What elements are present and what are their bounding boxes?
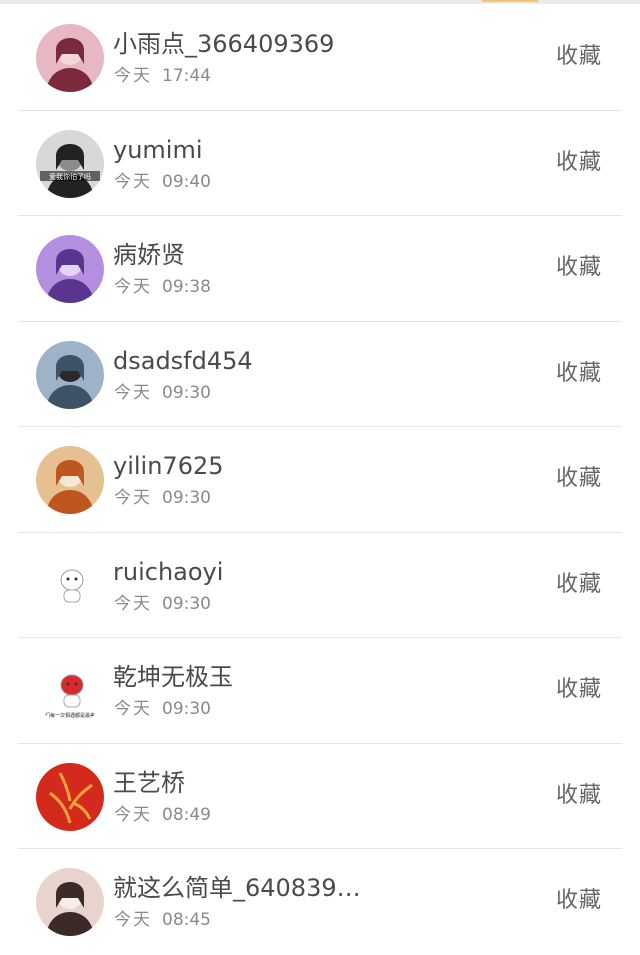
cartoon-character-avatar [36,551,104,620]
day-label: 今天 [114,699,152,719]
list-item[interactable]: 就这么简单_640839… 今天 08:45 收藏 [0,849,640,955]
user-name: ruichaoyi [113,557,224,586]
avatar[interactable] [36,551,104,620]
timestamp: 今天 09:30 [114,698,211,720]
user-name: dsadsfd454 [113,346,253,375]
long-hair-girl-avatar [36,868,104,936]
svg-text:我们每一次相遇都是最美的: 我们每一次相遇都是最美的 [40,712,100,719]
favorite-button[interactable]: 收藏 [556,360,602,388]
user-name: 王艺桥 [113,768,185,797]
time-label: 08:45 [162,910,211,930]
time-label: 09:30 [162,699,211,719]
timestamp: 今天 09:30 [114,382,211,404]
top-edge [0,0,640,4]
day-label: 今天 [114,66,152,86]
day-label: 今天 [114,277,152,297]
day-label: 今天 [114,488,152,508]
time-label: 09:30 [162,382,211,403]
list-item[interactable]: 王艺桥 今天 08:49 收藏 [0,744,640,849]
user-name: 就这么简单_640839… [113,874,361,902]
list-item[interactable]: 我们每一次相遇都是最美的 乾坤无极玉 今天 09:30 收藏 [0,638,640,744]
favorite-button[interactable]: 收藏 [556,43,602,71]
avatar[interactable] [36,235,104,303]
list-item[interactable]: ruichaoyi 今天 09:30 收藏 [0,533,640,638]
list-item[interactable]: dsadsfd454 今天 09:30 收藏 [0,322,640,427]
time-label: 09:40 [162,171,211,192]
timestamp: 今天 09:30 [114,487,211,509]
favorite-button[interactable]: 收藏 [556,676,602,704]
timestamp: 今天 17:44 [114,65,211,87]
list-item[interactable]: 小雨点_366409369 今天 17:44 收藏 [0,5,640,111]
user-name: yilin7625 [113,452,224,480]
user-name: yumimi [113,135,203,164]
avatar[interactable] [36,340,104,409]
avatar[interactable] [36,868,104,936]
user-name: 小雨点_366409369 [113,30,335,58]
day-label: 今天 [114,910,152,930]
time-label: 09:30 [162,488,211,508]
favorites-list: 小雨点_366409369 今天 17:44 收藏 爱我你怕了吗 yumimi 今… [0,5,640,955]
red-abstract-avatar [36,762,104,831]
tab-indicator [482,0,538,2]
timestamp: 今天 08:49 [114,804,211,826]
time-label: 08:49 [162,804,211,825]
timestamp: 今天 09:38 [114,276,211,298]
monochrome-girl-avatar: 爱我你怕了吗 [36,129,104,198]
day-label: 今天 [114,804,152,825]
time-label: 09:30 [162,593,211,614]
girl-portrait-avatar [36,24,104,92]
avatar[interactable]: 爱我你怕了吗 [36,129,104,198]
avatar[interactable] [36,24,104,92]
list-item[interactable]: 病娇贤 今天 09:38 收藏 [0,216,640,322]
child-eating-avatar [36,446,104,514]
time-label: 09:38 [162,277,211,297]
day-label: 今天 [114,593,152,614]
day-label: 今天 [114,382,152,403]
day-label: 今天 [114,171,152,192]
list-item[interactable]: 爱我你怕了吗 yumimi 今天 09:40 收藏 [0,111,640,216]
avatar[interactable]: 我们每一次相遇都是最美的 [36,657,104,725]
city-girl-avatar [36,340,104,409]
favorite-button[interactable]: 收藏 [556,571,602,599]
favorite-button[interactable]: 收藏 [556,782,602,810]
time-label: 17:44 [162,66,211,86]
list-item[interactable]: yilin7625 今天 09:30 收藏 [0,427,640,533]
timestamp: 今天 09:30 [114,593,211,615]
svg-text:爱我你怕了吗: 爱我你怕了吗 [49,172,91,181]
avatar[interactable] [36,762,104,831]
user-name: 乾坤无极玉 [113,663,233,691]
favorite-button[interactable]: 收藏 [556,149,602,177]
favorite-button[interactable]: 收藏 [556,887,602,915]
avatar[interactable] [36,446,104,514]
favorite-button[interactable]: 收藏 [556,465,602,493]
purple-hat-avatar [36,235,104,303]
timestamp: 今天 08:45 [114,909,211,931]
timestamp: 今天 09:40 [114,171,211,193]
user-name: 病娇贤 [113,241,185,269]
cartoon-text-avatar: 我们每一次相遇都是最美的 [36,657,104,725]
favorite-button[interactable]: 收藏 [556,254,602,282]
